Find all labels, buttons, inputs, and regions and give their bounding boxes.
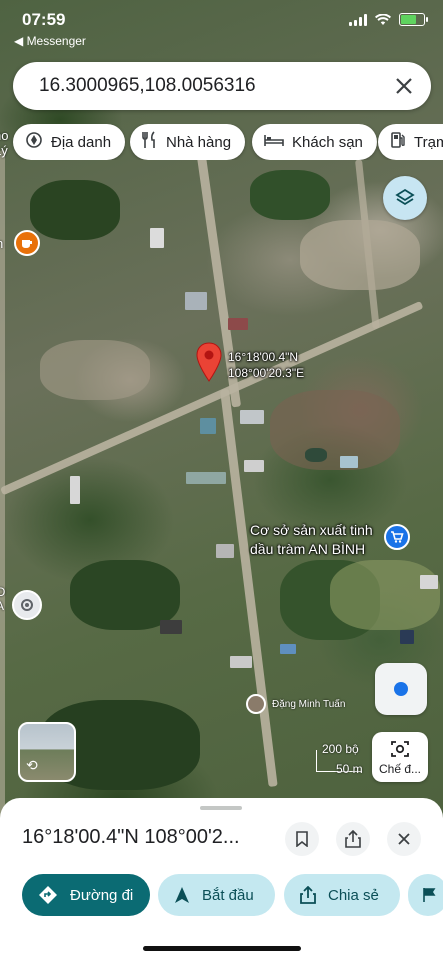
rotate-360-icon: ⟲ bbox=[26, 757, 38, 773]
start-button[interactable]: Bắt đầu bbox=[158, 874, 275, 916]
map-label: ho Lý bbox=[0, 128, 9, 158]
dropped-pin-icon[interactable] bbox=[196, 342, 222, 382]
shopping-cart-poi-icon[interactable] bbox=[384, 524, 410, 550]
start-label: Bắt đầu bbox=[202, 886, 254, 904]
chip-landmarks[interactable]: Địa danh bbox=[13, 124, 126, 160]
chip-label: Trạm bbox=[414, 133, 443, 151]
close-icon bbox=[398, 833, 410, 845]
home-indicator[interactable] bbox=[143, 946, 301, 951]
bookmark-icon bbox=[296, 831, 308, 847]
capture-mode-label: Chế đ... bbox=[378, 761, 422, 776]
bed-icon bbox=[264, 133, 284, 152]
map-label: O A bbox=[0, 585, 6, 613]
building bbox=[244, 460, 264, 472]
directions-icon bbox=[38, 885, 58, 905]
my-location-icon bbox=[394, 682, 408, 696]
chip-restaurants[interactable]: Nhà hàng bbox=[130, 124, 246, 160]
status-time: 07:59 bbox=[22, 10, 66, 29]
more-action-button[interactable] bbox=[408, 874, 443, 916]
bare-ground bbox=[300, 220, 420, 290]
status-icons bbox=[349, 13, 428, 26]
pond bbox=[305, 448, 327, 462]
search-bar[interactable]: 16.3000965,108.0056316 bbox=[13, 62, 431, 110]
close-icon bbox=[396, 78, 412, 94]
bare-ground bbox=[40, 340, 150, 400]
user-name: Đặng Minh Tuấn bbox=[272, 698, 346, 710]
building bbox=[230, 656, 252, 668]
landmark-icon bbox=[25, 131, 43, 154]
chip-label: Nhà hàng bbox=[166, 133, 232, 151]
cafe-poi-icon[interactable] bbox=[14, 230, 40, 256]
flag-icon bbox=[423, 888, 436, 902]
wifi-icon bbox=[375, 13, 391, 25]
location-marker-icon[interactable] bbox=[12, 590, 42, 620]
poi-label[interactable]: Cơ sở sản xuất tinh dầu tràm AN BÌNH bbox=[250, 521, 373, 559]
action-buttons-row: Đường đi Bắt đầu Chia sẻ bbox=[0, 874, 443, 916]
share-label: Chia sẻ bbox=[328, 886, 379, 904]
cellular-signal-icon bbox=[349, 13, 367, 26]
chip-label: Khách sạn bbox=[292, 133, 363, 151]
my-location-button[interactable] bbox=[375, 663, 427, 715]
user-marker[interactable]: Đặng Minh Tuấn bbox=[246, 694, 345, 714]
close-sheet-button[interactable] bbox=[387, 822, 421, 856]
category-chips: Địa danh Nhà hàng Khách sạn Trạm bbox=[0, 124, 443, 160]
bare-ground bbox=[270, 390, 400, 470]
building bbox=[228, 318, 248, 330]
layers-icon bbox=[395, 188, 415, 206]
building bbox=[280, 644, 296, 654]
place-title: 16°18'00.4"N 108°00'2... bbox=[22, 826, 240, 848]
building bbox=[150, 228, 164, 248]
back-to-app-link[interactable]: ◀ Messenger bbox=[14, 34, 86, 48]
chip-hotels[interactable]: Khách sạn bbox=[252, 124, 377, 160]
street-view-thumbnail[interactable]: ⟲ bbox=[18, 722, 76, 782]
building bbox=[240, 410, 264, 424]
poi-name-line1: Cơ sở sản xuất tinh bbox=[250, 522, 373, 538]
layers-button[interactable] bbox=[383, 176, 427, 220]
fuel-icon bbox=[390, 131, 406, 154]
tree-cluster bbox=[30, 180, 120, 240]
field bbox=[330, 560, 440, 630]
share-icon bbox=[300, 886, 316, 904]
building bbox=[200, 418, 216, 434]
building bbox=[420, 575, 438, 589]
poi-name-line2: dầu tràm AN BÌNH bbox=[250, 541, 366, 557]
search-input[interactable]: 16.3000965,108.0056316 bbox=[39, 75, 395, 97]
building bbox=[160, 620, 182, 634]
building bbox=[185, 292, 207, 310]
road bbox=[220, 388, 278, 788]
navigation-arrow-icon bbox=[174, 886, 190, 904]
save-button[interactable] bbox=[285, 822, 319, 856]
capture-mode-button[interactable]: Chế đ... bbox=[372, 732, 428, 782]
share-icon bbox=[345, 830, 361, 848]
tree-cluster bbox=[250, 170, 330, 220]
map-label: n bbox=[0, 236, 3, 251]
scale-imperial: 200 bộ bbox=[322, 742, 359, 756]
directions-label: Đường đi bbox=[70, 886, 134, 904]
clear-search-button[interactable] bbox=[395, 73, 413, 99]
building bbox=[340, 456, 358, 468]
building bbox=[186, 472, 226, 484]
pin-coordinates-label: 16°18'00.4"N 108°00'20.3"E bbox=[228, 349, 304, 381]
chip-label: Địa danh bbox=[51, 133, 112, 151]
building bbox=[400, 630, 414, 644]
share-action-button[interactable]: Chia sẻ bbox=[284, 874, 400, 916]
status-bar: 07:59 ◀ Messenger bbox=[0, 0, 443, 52]
pin-latitude: 16°18'00.4"N bbox=[228, 350, 299, 364]
fork-knife-icon bbox=[142, 130, 158, 154]
scale-metric: 50 m bbox=[336, 762, 363, 776]
drag-handle[interactable] bbox=[200, 806, 242, 810]
chip-gas-stations[interactable]: Trạm bbox=[378, 124, 443, 160]
avatar bbox=[246, 694, 266, 714]
share-button[interactable] bbox=[336, 822, 370, 856]
camera-icon bbox=[391, 740, 409, 757]
building bbox=[216, 544, 234, 558]
directions-button[interactable]: Đường đi bbox=[22, 874, 150, 916]
pin-longitude: 108°00'20.3"E bbox=[228, 366, 305, 380]
building bbox=[70, 476, 80, 504]
battery-icon bbox=[399, 13, 428, 26]
